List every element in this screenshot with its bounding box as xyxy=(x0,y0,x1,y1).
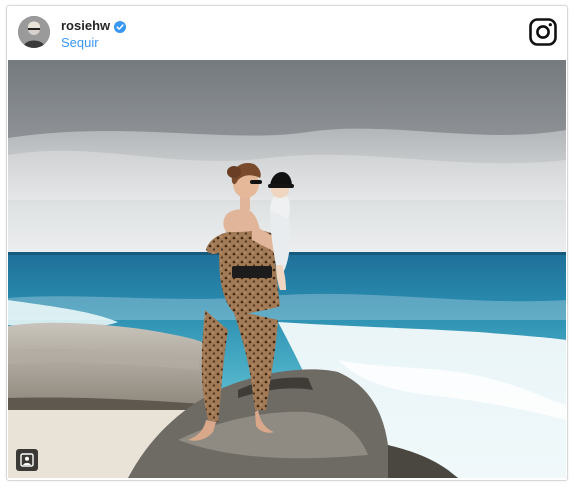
verified-badge-icon xyxy=(114,20,127,33)
username-row: rosiehw xyxy=(61,18,127,33)
post-header: rosiehw Sequir xyxy=(7,6,567,60)
post-photo[interactable] xyxy=(8,60,566,478)
avatar[interactable] xyxy=(18,16,50,48)
username-link[interactable]: rosiehw xyxy=(61,18,110,33)
instagram-embed-card: rosiehw Sequir xyxy=(6,5,568,481)
follow-button[interactable]: Sequir xyxy=(61,35,99,50)
instagram-logo-icon[interactable] xyxy=(529,18,557,46)
user-tag-icon[interactable] xyxy=(16,449,38,471)
